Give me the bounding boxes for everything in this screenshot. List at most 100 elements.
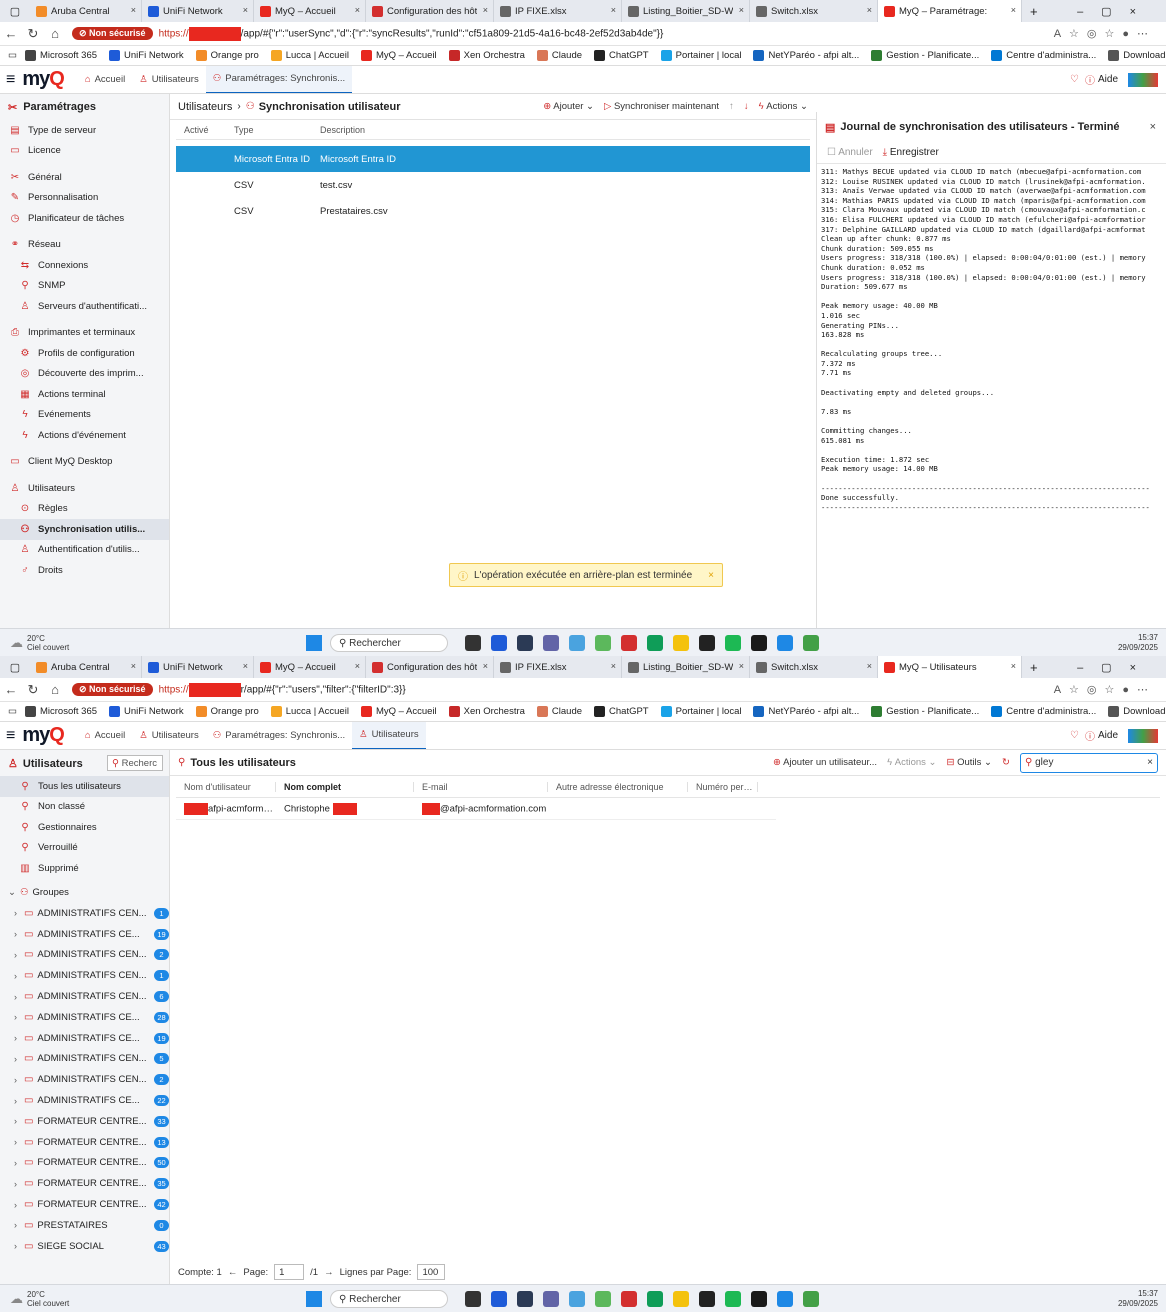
- new-tab-icon[interactable]: +: [1030, 4, 1038, 19]
- group-item[interactable]: › ▭ ADMINISTRATIFS CEN... 6: [0, 986, 169, 1007]
- new-tab-icon[interactable]: +: [1030, 660, 1038, 675]
- bookmark-item[interactable]: Xen Orchestra: [448, 50, 525, 61]
- insecure-badge[interactable]: ⊘ Non sécurisé: [72, 27, 153, 40]
- chevron-right-icon[interactable]: ›: [14, 1200, 24, 1210]
- table-row[interactable]: CSV Prestataires.csv: [176, 198, 810, 224]
- chevron-right-icon[interactable]: ›: [14, 908, 24, 918]
- sidebar-item[interactable]: ▤ Type de serveur: [0, 120, 169, 141]
- bookmark-item[interactable]: Xen Orchestra: [448, 706, 525, 717]
- app-icon[interactable]: [803, 1291, 819, 1307]
- chevron-right-icon[interactable]: ›: [14, 971, 24, 981]
- refresh-list-icon[interactable]: ↻: [1002, 757, 1010, 768]
- chevron-right-icon[interactable]: ›: [14, 950, 24, 960]
- chevron-right-icon[interactable]: ›: [14, 1012, 24, 1022]
- group-item[interactable]: › ▭ ADMINISTRATIFS CE... 19: [0, 1028, 169, 1049]
- close-tab-icon[interactable]: ×: [131, 661, 136, 671]
- sidebar-search-input[interactable]: ⚲ Recherc: [107, 755, 163, 771]
- sidebar-item[interactable]: ♂ Droits: [0, 560, 169, 581]
- move-down-icon[interactable]: ↓: [744, 101, 749, 112]
- refresh-icon[interactable]: ↻: [22, 682, 44, 698]
- sidebar-item[interactable]: ◎ Découverte des imprim...: [0, 364, 169, 385]
- browser-tab[interactable]: Aruba Central ×: [30, 0, 142, 22]
- close-tab-icon[interactable]: ×: [243, 5, 248, 15]
- app-icon[interactable]: [777, 1291, 793, 1307]
- weather-widget[interactable]: ☁ 20°C Ciel couvert: [10, 1290, 69, 1308]
- table-row[interactable]: Microsoft Entra ID Microsoft Entra ID: [176, 146, 810, 172]
- myq-logo[interactable]: ≡ my Q: [6, 68, 65, 91]
- table-row[interactable]: afpi-acmforma... Christophe @afpi-acmfor…: [176, 798, 776, 820]
- group-item[interactable]: › ▭ ADMINISTRATIFS CE... 28: [0, 1007, 169, 1028]
- column-header[interactable]: Description: [312, 125, 612, 135]
- start-icon[interactable]: [306, 1291, 322, 1307]
- chevron-right-icon[interactable]: ›: [14, 1241, 24, 1251]
- group-item[interactable]: › ▭ ADMINISTRATIFS CEN... 2: [0, 945, 169, 966]
- sidebar-item[interactable]: ✂ Général: [0, 167, 169, 188]
- column-header[interactable]: Nom complet: [276, 781, 414, 792]
- group-item[interactable]: › ▭ ADMINISTRATIFS CEN... 5: [0, 1049, 169, 1070]
- bookmark-item[interactable]: Claude: [536, 706, 582, 717]
- filter-item[interactable]: ▥ Supprimé: [0, 858, 169, 879]
- browser-tab[interactable]: MyQ – Utilisateurs ×: [878, 656, 1022, 678]
- group-item[interactable]: › ▭ SIEGE SOCIAL 43: [0, 1236, 169, 1257]
- clock[interactable]: 15:37 29/09/2025: [1118, 633, 1158, 653]
- browser-tab[interactable]: Switch.xlsx ×: [750, 0, 878, 22]
- bookmark-item[interactable]: Centre d'administra...: [991, 706, 1096, 717]
- app-tab[interactable]: ♙ Utilisateurs: [132, 722, 206, 749]
- prev-page-icon[interactable]: ←: [228, 1267, 238, 1278]
- group-item[interactable]: › ▭ FORMATEUR CENTRE... 35: [0, 1173, 169, 1194]
- bookmark-item[interactable]: Gestion - Planificate...: [871, 50, 979, 61]
- url-field[interactable]: https:///app/#{"r":"userSync","d":{"r":"…: [159, 26, 663, 41]
- bookmark-item[interactable]: Microsoft 365: [24, 50, 97, 61]
- browser-tab[interactable]: Switch.xlsx ×: [750, 656, 878, 678]
- bookmark-item[interactable]: Microsoft 365: [24, 706, 97, 717]
- sidebar-item[interactable]: ▭ Licence: [0, 141, 169, 162]
- app-tab[interactable]: ⌂ Accueil: [78, 66, 132, 93]
- group-item[interactable]: › ▭ ADMINISTRATIFS CEN... 1: [0, 965, 169, 986]
- close-tab-icon[interactable]: ×: [611, 5, 616, 15]
- bookmark-item[interactable]: Portainer | local: [660, 50, 741, 61]
- app-tab[interactable]: ⚇ Paramétrages: Synchronis...: [205, 66, 353, 93]
- browser-actions-icon[interactable]: A☆◎☆●⋯: [1054, 683, 1156, 696]
- close-tab-icon[interactable]: ×: [739, 5, 744, 15]
- window-controls[interactable]: –▢×: [1077, 5, 1154, 18]
- group-item[interactable]: › ▭ FORMATEUR CENTRE... 50: [0, 1153, 169, 1174]
- group-item[interactable]: › ▭ ADMINISTRATIFS CEN... 1: [0, 903, 169, 924]
- sidebar-item[interactable]: ♙ Serveurs d'authentificati...: [0, 296, 169, 317]
- bookmark-item[interactable]: Lucca | Accueil: [270, 706, 349, 717]
- close-tab-icon[interactable]: ×: [867, 661, 872, 671]
- app-icon[interactable]: [569, 635, 585, 651]
- sidebar-item[interactable]: ϟ Actions d'événement: [0, 425, 169, 446]
- chevron-right-icon[interactable]: ›: [14, 1116, 24, 1126]
- teams-icon[interactable]: [543, 1291, 559, 1307]
- browser-tab[interactable]: MyQ – Accueil ×: [254, 0, 366, 22]
- column-header[interactable]: Nom d'utilisateur: [176, 781, 276, 792]
- edge-icon[interactable]: [647, 635, 663, 651]
- chevron-right-icon[interactable]: ›: [14, 1158, 24, 1168]
- tab-actions-icon[interactable]: ▢: [0, 5, 30, 18]
- browser-tab[interactable]: Configuration des hôt ×: [366, 0, 494, 22]
- sidebar-item[interactable]: ✎ Personnalisation: [0, 188, 169, 209]
- breadcrumb[interactable]: Utilisateurs: [178, 101, 232, 113]
- bookmark-item[interactable]: Orange pro: [195, 706, 259, 717]
- app-icon[interactable]: [491, 1291, 507, 1307]
- add-button[interactable]: ⊕ Ajouter ⌄: [543, 101, 594, 112]
- bookmark-item[interactable]: ChatGPT: [594, 706, 649, 717]
- bookmark-item[interactable]: Gestion - Planificate...: [871, 706, 979, 717]
- app-icon[interactable]: [595, 635, 611, 651]
- browser-tab[interactable]: Listing_Boitier_SD-W ×: [622, 0, 750, 22]
- edge-icon[interactable]: [647, 1291, 663, 1307]
- explorer-icon[interactable]: [673, 635, 689, 651]
- group-item[interactable]: › ▭ FORMATEUR CENTRE... 42: [0, 1194, 169, 1215]
- page-input[interactable]: 1: [274, 1264, 305, 1280]
- group-item[interactable]: › ▭ ADMINISTRATIFS CEN... 2: [0, 1069, 169, 1090]
- bookmark-item[interactable]: Download Acer Sup...: [1108, 50, 1166, 61]
- close-tab-icon[interactable]: ×: [355, 661, 360, 671]
- chevron-right-icon[interactable]: ›: [14, 1096, 24, 1106]
- tools-button[interactable]: ⊟ Outils ⌄: [947, 757, 993, 768]
- bookmark-item[interactable]: Portainer | local: [660, 706, 741, 717]
- bookmark-item[interactable]: Lucca | Accueil: [270, 50, 349, 61]
- teams-icon[interactable]: [543, 635, 559, 651]
- move-up-icon[interactable]: ↑: [729, 101, 734, 112]
- start-icon[interactable]: [306, 635, 322, 651]
- help-icon[interactable]: ⓘ: [1085, 728, 1095, 743]
